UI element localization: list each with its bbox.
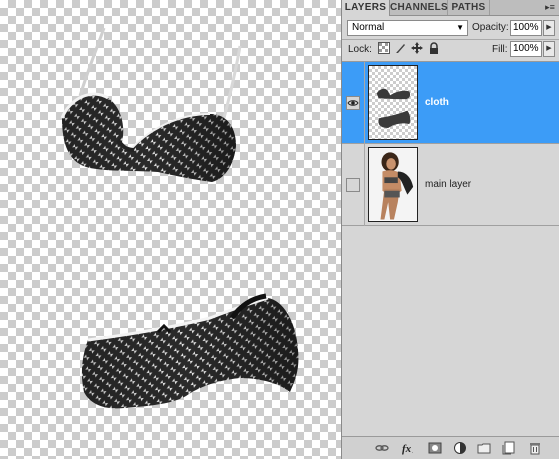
fill-slider-button[interactable]: ▶ <box>543 41 555 57</box>
layer-name[interactable]: main layer <box>425 179 471 190</box>
opacity-slider-button[interactable]: ▶ <box>543 20 555 36</box>
svg-text:.: . <box>412 449 413 455</box>
blend-mode-value: Normal <box>352 22 385 33</box>
tab-channels[interactable]: CHANNELS <box>390 0 448 15</box>
layer-thumbnail <box>368 65 418 140</box>
eye-icon <box>347 100 359 106</box>
divider <box>364 144 365 226</box>
fx-icon[interactable]: fx . <box>402 441 416 455</box>
fill-label: Fill: <box>492 44 508 55</box>
cloth-artwork <box>60 27 299 409</box>
chevron-down-icon: ▼ <box>456 23 464 32</box>
layer-name[interactable]: cloth <box>425 97 449 108</box>
new-group-icon[interactable] <box>477 441 491 455</box>
document-canvas[interactable] <box>0 0 341 459</box>
lock-position-icon[interactable] <box>411 42 423 54</box>
panel-tab-bar: LAYERS CHANNELS PATHS ▸≡ <box>342 0 559 16</box>
model-photo-thumbnail-icon <box>369 148 417 221</box>
divider <box>342 39 559 40</box>
visibility-toggle[interactable] <box>346 178 360 192</box>
visibility-toggle[interactable] <box>346 96 360 110</box>
lock-label: Lock: <box>348 44 372 55</box>
lock-all-icon[interactable] <box>428 42 440 54</box>
panel-menu-icon[interactable]: ▸≡ <box>544 2 556 12</box>
new-layer-icon[interactable] <box>502 441 516 455</box>
cloth-thumbnail-icon <box>376 88 411 128</box>
panel-footer-toolbar: fx . <box>342 436 559 459</box>
tab-paths[interactable]: PATHS <box>448 0 490 15</box>
opacity-input[interactable]: 100% <box>510 20 542 36</box>
layers-panel: LAYERS CHANNELS PATHS ▸≡ Normal ▼ Opacit… <box>341 0 559 459</box>
link-layers-icon[interactable] <box>375 441 389 455</box>
fill-input[interactable]: 100% <box>510 41 542 57</box>
blend-mode-select[interactable]: Normal ▼ <box>347 20 468 36</box>
adjustment-layer-icon[interactable] <box>453 441 467 455</box>
svg-text:fx: fx <box>402 443 412 455</box>
layer-list: cloth main layer <box>342 61 559 442</box>
opacity-label: Opacity: <box>472 22 509 33</box>
trash-icon[interactable] <box>528 441 542 455</box>
lock-transparent-pixels-icon[interactable] <box>378 42 390 54</box>
add-mask-icon[interactable] <box>428 441 442 455</box>
divider <box>364 62 365 144</box>
lock-image-pixels-icon[interactable] <box>395 42 407 54</box>
tab-layers[interactable]: LAYERS <box>342 0 390 16</box>
layer-thumbnail <box>368 147 418 222</box>
layer-row-cloth[interactable]: cloth <box>342 62 559 144</box>
layer-row-main-layer[interactable]: main layer <box>342 144 559 226</box>
